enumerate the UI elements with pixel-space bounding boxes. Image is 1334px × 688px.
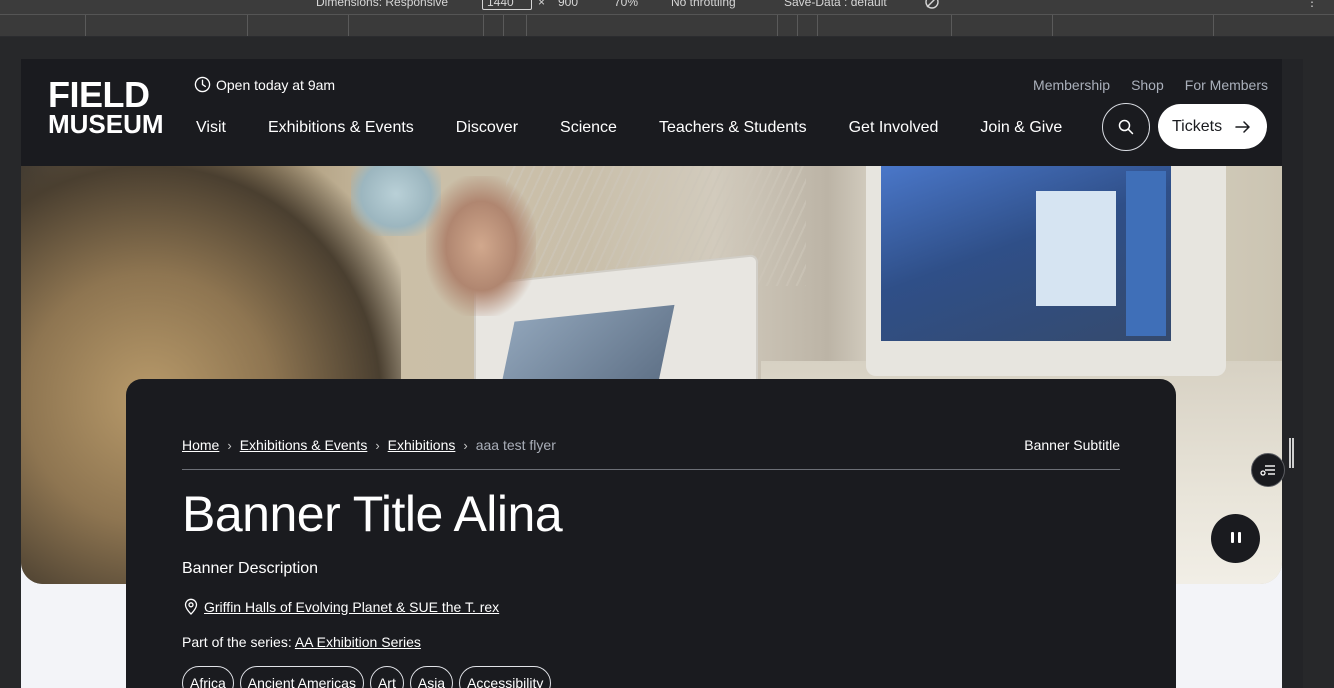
viewport-scrollbar[interactable]	[1282, 59, 1303, 688]
util-nav-membership[interactable]: Membership	[1033, 77, 1110, 93]
nav-item-teachers-students[interactable]: Teachers & Students	[659, 119, 807, 137]
main-nav: Visit Exhibitions & Events Discover Scie…	[196, 119, 1104, 137]
series-row: Part of the series: AA Exhibition Series	[182, 634, 421, 650]
open-today-text: Open today at 9am	[216, 76, 336, 93]
tickets-button[interactable]: Tickets	[1158, 104, 1267, 149]
tag-asia[interactable]: Asia	[409, 666, 454, 688]
location-row: Griffin Halls of Evolving Planet & SUE t…	[184, 598, 499, 615]
floating-widget-button[interactable]	[1251, 453, 1285, 487]
util-nav-shop[interactable]: Shop	[1131, 77, 1164, 93]
series-link[interactable]: AA Exhibition Series	[295, 634, 421, 650]
banner-subtitle: Banner Subtitle	[1024, 437, 1120, 453]
web-page: FIELD MUSEUM Open today at 9am Membershi…	[21, 59, 1282, 688]
tag-art[interactable]: Art	[369, 666, 404, 688]
chevron-right-icon: ›	[227, 437, 232, 453]
site-header: FIELD MUSEUM Open today at 9am Membershi…	[21, 59, 1282, 166]
tag-accessibility[interactable]: Accessibility	[459, 666, 552, 688]
tag-ancient-americas[interactable]: Ancient Americas	[239, 666, 364, 688]
nav-item-discover[interactable]: Discover	[456, 119, 518, 137]
nav-item-science[interactable]: Science	[560, 119, 617, 137]
clock-icon	[194, 76, 211, 93]
rotate-icon[interactable]	[924, 0, 940, 9]
series-prefix: Part of the series:	[182, 634, 292, 650]
dimensions-dropdown[interactable]: Dimensions: Responsive	[316, 0, 448, 9]
divider	[182, 469, 1120, 470]
throttling-dropdown[interactable]: No throttling	[671, 0, 736, 9]
breadcrumb: Home › Exhibitions & Events › Exhibition…	[182, 437, 556, 453]
nav-item-get-involved[interactable]: Get Involved	[849, 119, 939, 137]
media-query-ruler	[0, 14, 1334, 36]
util-nav-for-members[interactable]: For Members	[1185, 77, 1268, 93]
pause-video-button[interactable]	[1211, 514, 1260, 563]
list-settings-icon	[1260, 465, 1275, 476]
open-today-status: Open today at 9am	[194, 76, 335, 93]
breadcrumb-home[interactable]: Home	[182, 437, 219, 453]
dimensions-separator: ×	[538, 0, 546, 9]
breadcrumb-exhibitions[interactable]: Exhibitions	[388, 437, 456, 453]
map-pin-icon	[184, 598, 198, 615]
tickets-label: Tickets	[1172, 117, 1223, 135]
tag-list: Africa Ancient Americas Art Asia Accessi…	[182, 666, 552, 688]
field-museum-logo[interactable]: FIELD MUSEUM	[48, 77, 164, 138]
tag-africa[interactable]: Africa	[182, 666, 234, 688]
nav-item-exhibitions-events[interactable]: Exhibitions & Events	[268, 119, 414, 137]
chevron-right-icon: ›	[375, 437, 380, 453]
banner-description: Banner Description	[182, 560, 319, 577]
more-options-icon[interactable]: ⋮	[1306, 0, 1318, 9]
breadcrumb-current: aaa test flyer	[475, 437, 556, 453]
height-input[interactable]: 900	[558, 0, 578, 9]
zoom-dropdown[interactable]: 70%	[614, 0, 638, 9]
search-icon	[1118, 119, 1134, 135]
chevron-right-icon: ›	[463, 437, 468, 453]
breadcrumb-exhibitions-events[interactable]: Exhibitions & Events	[240, 437, 368, 453]
width-input[interactable]: 1440	[482, 0, 532, 10]
location-link[interactable]: Griffin Halls of Evolving Planet & SUE t…	[204, 599, 499, 615]
nav-item-visit[interactable]: Visit	[196, 119, 226, 137]
save-data-dropdown[interactable]: Save-Data : default	[784, 0, 887, 9]
arrow-right-icon	[1235, 120, 1250, 133]
page-title: Banner Title Alina	[182, 486, 563, 542]
pause-icon	[1229, 530, 1243, 548]
banner-card: Home › Exhibitions & Events › Exhibition…	[126, 379, 1176, 688]
resize-handle[interactable]	[1289, 438, 1294, 468]
nav-item-join-give[interactable]: Join & Give	[980, 119, 1062, 137]
utility-nav: Membership Shop For Members	[1033, 77, 1268, 93]
devtools-toolbar: Dimensions: Responsive 1440 × 900 70% No…	[0, 0, 1334, 36]
search-button[interactable]	[1102, 103, 1150, 151]
